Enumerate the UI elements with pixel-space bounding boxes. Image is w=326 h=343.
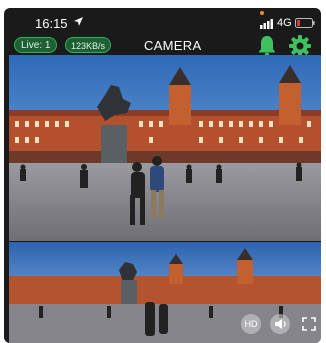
status-bar: 16:15 4G — [4, 8, 321, 34]
page-title: CAMERA — [144, 38, 202, 53]
app-frame: 16:15 4G Live: 1 123KB/s CAMERA HD — [4, 8, 321, 343]
speaker-icon[interactable] — [270, 314, 290, 334]
battery-low-icon — [295, 18, 315, 28]
status-time: 16:15 — [35, 16, 68, 31]
camera-feed-thumbnail[interactable]: HD — [9, 242, 321, 343]
location-arrow-icon — [74, 17, 83, 26]
camera-feed-main[interactable] — [9, 55, 321, 241]
network-type: 4G — [277, 17, 292, 29]
fullscreen-icon[interactable] — [299, 314, 319, 334]
live-viewers-badge: Live: 1 — [14, 37, 58, 53]
plaza-video-frame — [9, 55, 321, 241]
hd-toggle-button[interactable]: HD — [241, 314, 261, 334]
signal-bars-icon — [260, 19, 273, 29]
privacy-dot — [260, 11, 264, 15]
bitrate-badge: 123KB/s — [65, 37, 112, 53]
